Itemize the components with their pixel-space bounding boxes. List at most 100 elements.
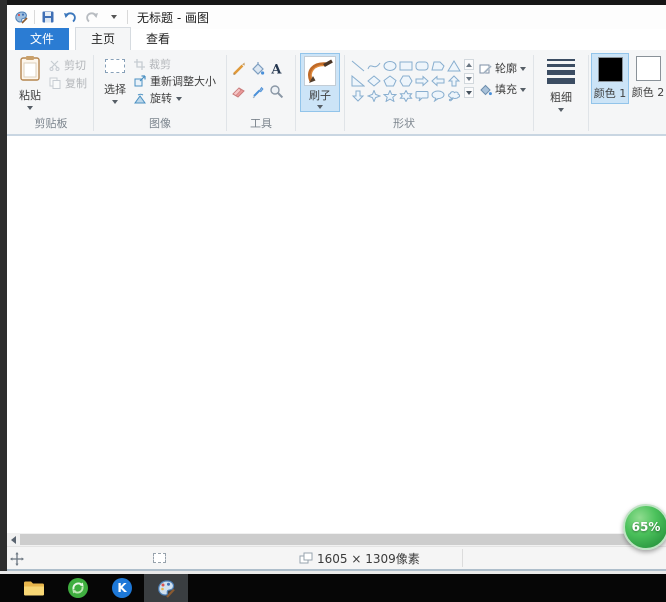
shape-pentagon[interactable] [382,73,398,88]
color2-button[interactable]: 颜色 2 [629,53,666,102]
taskbar-paint-active[interactable] [144,574,188,602]
shape-line[interactable] [350,58,366,73]
shape-rectangle[interactable] [398,58,414,73]
paste-button[interactable]: 粘贴 [11,52,49,110]
browser-icon [68,578,88,598]
group-image: 选择 裁剪 重新调整大小 旋转 [96,52,224,134]
group-divider [588,55,589,131]
group-clipboard: 粘贴 剪切 复制 剪贴板 [11,52,91,134]
resize-button[interactable]: 重新调整大小 [134,74,216,88]
shape-rounded-rectangle[interactable] [414,58,430,73]
taskbar-k-app[interactable]: K [100,574,144,602]
status-bar: 1605 × 1309像素 [7,546,666,569]
group-colors: 颜色 1 颜色 2 [591,52,666,134]
color-picker-tool[interactable] [248,80,266,102]
shape-oval-callout[interactable] [430,88,446,103]
eraser-tool[interactable] [229,80,247,102]
group-divider [295,55,296,131]
outline-button[interactable]: 轮廓 [479,60,526,76]
shape-cloud-callout[interactable] [446,88,462,103]
shapes-more-icon[interactable] [464,87,474,98]
brushes-caret-icon [317,105,323,109]
group-brushes: 刷子 [298,52,342,134]
paste-icon [19,55,41,85]
fill-button[interactable]: 填充 [479,81,526,97]
ribbon: 粘贴 剪切 复制 剪贴板 [7,50,666,136]
save-icon[interactable] [40,9,56,25]
cut-button[interactable]: 剪切 [49,58,87,72]
shape-curve[interactable] [366,58,382,73]
shapes-scroll-down-icon[interactable] [464,73,474,84]
undo-icon[interactable] [62,9,78,25]
group-tools: A 工具 [229,52,293,134]
shape-six-point-star[interactable] [398,88,414,103]
eraser-icon [231,84,246,99]
drawing-canvas[interactable] [7,136,666,533]
horizontal-scrollbar[interactable] [7,533,666,546]
text-tool[interactable]: A [267,57,285,79]
shape-hexagon[interactable] [398,73,414,88]
copy-button[interactable]: 复制 [49,76,87,90]
redo-icon[interactable] [84,9,100,25]
paste-caret-icon [27,106,33,110]
shape-down-arrow[interactable] [350,88,366,103]
quick-access-toolbar [40,9,122,25]
crop-button[interactable]: 裁剪 [134,57,216,71]
file-explorer-icon [23,580,45,597]
rotate-button[interactable]: 旋转 [134,91,216,105]
fill-with-color-tool[interactable] [248,57,266,79]
tab-view[interactable]: 查看 [131,28,185,50]
rotate-caret-icon [176,97,182,101]
paste-label: 粘贴 [19,87,41,103]
taskbar: K [0,571,666,602]
zoom-level-badge[interactable]: 65% [623,504,666,550]
qat-customize-icon[interactable] [106,9,122,25]
shape-diamond[interactable] [366,73,382,88]
shape-right-triangle[interactable] [350,73,366,88]
shape-ellipse[interactable] [382,58,398,73]
desktop-left-edge [0,0,7,573]
select-label: 选择 [104,81,126,97]
shapes-scroll-up-icon[interactable] [464,59,474,70]
shape-triangle[interactable] [446,58,462,73]
zoom-level-text: 65% [632,520,661,534]
shape-five-point-star[interactable] [382,88,398,103]
group-divider [93,55,94,131]
tab-file[interactable]: 文件 [15,28,69,50]
outline-icon [479,62,492,75]
color2-swatch [636,56,661,81]
select-button[interactable]: 选择 [96,52,134,104]
select-caret-icon [112,100,118,104]
image-size-text: 1605 × 1309像素 [317,550,420,567]
shape-polygon[interactable] [430,58,446,73]
scroll-left-icon[interactable] [7,533,20,546]
shape-up-arrow[interactable] [446,73,462,88]
fill-label: 填充 [495,81,517,97]
brushes-button[interactable]: 刷子 [300,53,340,112]
fill-shape-icon [479,83,492,96]
shape-right-arrow[interactable] [414,73,430,88]
copy-icon [49,77,61,89]
taskbar-browser[interactable] [56,574,100,602]
clipboard-group-label: 剪贴板 [11,114,91,134]
shape-rounded-rectangle-callout[interactable] [414,88,430,103]
image-group-label: 图像 [96,114,224,134]
scrollbar-thumb[interactable] [20,534,644,545]
group-divider [226,55,227,131]
statusbar-divider [462,549,463,567]
tab-home[interactable]: 主页 [75,27,131,50]
select-icon [105,59,125,73]
shape-four-point-star[interactable] [366,88,382,103]
group-size: 粗细 [536,52,586,134]
pencil-tool[interactable] [229,57,247,79]
magnifier-tool[interactable] [267,80,285,102]
paint-window: 无标题 - 画图 文件 主页 查看 粘贴 剪切 [7,5,666,571]
shape-left-arrow[interactable] [430,73,446,88]
text-icon: A [269,61,284,76]
group-divider [344,55,345,131]
size-button[interactable]: 粗细 [542,52,580,112]
k-app-icon: K [112,578,132,598]
color1-button[interactable]: 颜色 1 [591,53,629,104]
outline-caret-icon [520,67,526,71]
taskbar-file-explorer[interactable] [12,574,56,602]
